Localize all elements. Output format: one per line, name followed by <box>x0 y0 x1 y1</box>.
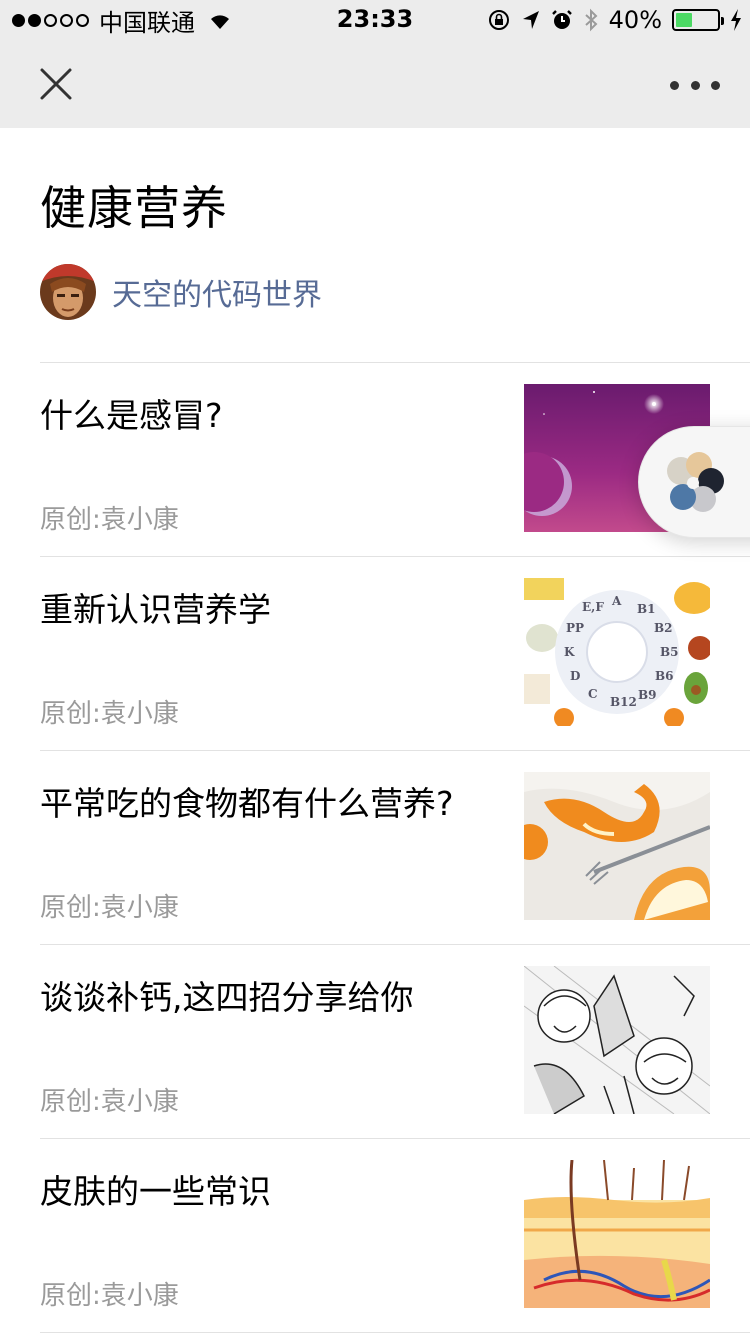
article-meta: 原创:袁小康 <box>40 893 179 923</box>
battery-icon <box>672 9 724 31</box>
vitamin-label: PP <box>566 621 584 635</box>
article-title[interactable]: 重新认识营养学 <box>40 583 500 631</box>
article-meta: 原创:袁小康 <box>40 699 179 729</box>
battery-fill <box>676 13 692 27</box>
status-bar: 中国联通 23:33 40% <box>0 0 750 40</box>
floating-window-button[interactable] <box>638 426 750 538</box>
location-icon <box>522 11 539 29</box>
vitamin-label: B9 <box>638 688 657 702</box>
vitamin-label: K <box>564 645 575 659</box>
article-title[interactable]: 皮肤的一些常识 <box>40 1165 500 1213</box>
charging-icon <box>731 9 741 31</box>
article-item[interactable]: 重新认识营养学 原创:袁小康 A B1 B2 B5 B6 B9 B12 C D … <box>40 556 750 750</box>
vitamin-label: A <box>611 594 622 608</box>
rotation-lock-icon <box>488 10 509 30</box>
list-divider <box>40 1332 750 1333</box>
vitamin-label: E,F <box>582 600 604 614</box>
author-name[interactable]: 天空的代码世界 <box>112 270 322 314</box>
article-meta: 原创:袁小康 <box>40 505 179 535</box>
article-thumbnail[interactable] <box>524 966 710 1114</box>
article-title[interactable]: 谈谈补钙,这四招分享给你 <box>40 971 500 1019</box>
article-title[interactable]: 平常吃的食物都有什么营养? <box>40 777 500 825</box>
status-right: 40% <box>487 6 742 34</box>
author-link[interactable]: 天空的代码世界 <box>40 264 322 320</box>
navigation-bar <box>0 40 750 128</box>
vitamin-label: B5 <box>660 645 679 659</box>
vitamin-label: B12 <box>610 695 637 709</box>
vitamin-label: D <box>570 669 580 683</box>
alarm-icon <box>551 10 572 29</box>
avatar[interactable] <box>40 264 96 320</box>
vitamin-label: C <box>588 687 598 701</box>
article-item[interactable]: 平常吃的食物都有什么营养? 原创:袁小康 <box>40 750 750 944</box>
article-thumbnail[interactable] <box>524 772 710 920</box>
article-thumbnail[interactable] <box>524 1160 710 1308</box>
page-title: 健康营养 <box>40 181 228 235</box>
article-item[interactable]: 皮肤的一些常识 原创:袁小康 <box>40 1138 750 1332</box>
more-icon[interactable] <box>670 70 720 100</box>
vitamin-label: B6 <box>655 669 674 683</box>
article-meta: 原创:袁小康 <box>40 1087 179 1117</box>
close-icon[interactable] <box>36 64 76 104</box>
article-item[interactable]: 谈谈补钙,这四招分享给你 原创:袁小康 <box>40 944 750 1138</box>
vitamin-label: B1 <box>637 602 656 616</box>
bluetooth-icon <box>584 8 598 32</box>
article-meta: 原创:袁小康 <box>40 1281 179 1311</box>
floating-window-icon[interactable] <box>655 445 731 521</box>
article-title[interactable]: 什么是感冒? <box>40 389 500 437</box>
article-thumbnail[interactable]: A B1 B2 B5 B6 B9 B12 C D K PP E,F <box>524 578 710 726</box>
battery-percent: 40% <box>608 6 662 34</box>
vitamin-label: B2 <box>654 621 673 635</box>
